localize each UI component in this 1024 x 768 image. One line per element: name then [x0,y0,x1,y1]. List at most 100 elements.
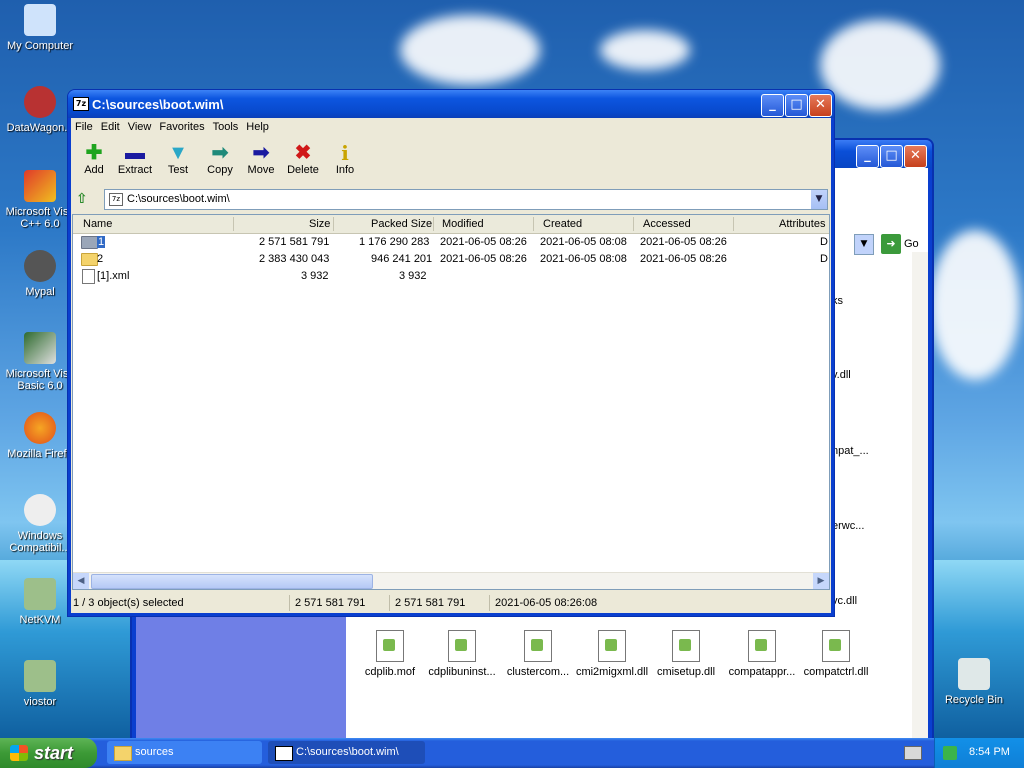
status-size: 2 571 581 791 [295,597,366,609]
row-created: 2021-06-05 08:08 [540,236,627,248]
horizontal-scrollbar[interactable]: ◀ ▶ [73,572,829,589]
folder-icon [24,660,56,692]
column-size[interactable]: Size [309,218,330,230]
clock[interactable]: 8:54 PM [969,746,1010,758]
folder-icon [81,236,98,249]
info-icon: i [341,141,349,165]
status-modified: 2021-06-05 08:26:08 [495,597,598,609]
maximize-button[interactable]: □ [880,145,903,168]
address-bar: ⇧ 7z C:\sources\boot.wim\ ▼ [71,188,831,212]
vertical-scrollbar[interactable] [912,252,928,742]
menu-favorites[interactable]: Favorites [155,118,208,136]
column-packed-size[interactable]: Packed Size [371,218,432,230]
close-button[interactable]: ✕ [809,94,832,117]
file-label[interactable]: npat_... [832,445,869,457]
desktop-icon-viostor[interactable]: viostor [0,660,80,708]
delete-button[interactable]: ✖ Delete [281,142,325,176]
table-row[interactable]: 2 2 383 430 043 946 241 201 2021-06-05 0… [73,251,829,268]
sevenzip-client: File Edit View Favorites Tools Help ✚ Add ▬ Ext… [71,118,831,613]
table-row[interactable]: [1].xml 3 932 3 932 [73,268,829,285]
file-icon [448,630,476,662]
file-label[interactable]: vc.dll [832,595,857,607]
info-button[interactable]: i Info [323,142,367,176]
firefox-icon [24,412,56,444]
file-label[interactable]: erwc... [832,520,864,532]
xml-file-icon [82,269,95,284]
row-modified: 2021-06-05 08:26 [440,253,527,265]
minimize-button[interactable]: _ [856,145,879,168]
row-attributes: D [820,253,828,265]
sevenzip-icon: 7z [73,97,89,111]
start-button[interactable]: start [0,738,97,768]
column-created[interactable]: Created [543,218,582,230]
windows-compat-icon [24,494,56,526]
close-button[interactable]: ✕ [904,145,927,168]
address-dropdown-icon[interactable]: ▼ [854,234,874,255]
mypal-icon [24,250,56,282]
maximize-button[interactable]: □ [785,94,808,117]
file-item[interactable]: cdplibuninst... [422,630,502,678]
test-button[interactable]: ▼ Test [156,142,200,176]
scroll-right-icon[interactable]: ▶ [813,573,829,589]
toolbar: ✚ Add ▬ Extract ▼ Test ➡ Copy ➡ Move ✖ Delete … [71,138,831,186]
test-icon: ▼ [168,142,188,164]
row-packed: 1 176 290 283 [359,236,430,248]
move-button[interactable]: ➡ Move [239,142,283,176]
copy-button[interactable]: ➡ Copy [198,142,242,176]
column-attributes[interactable]: Attributes [779,218,825,230]
menu-help[interactable]: Help [242,118,273,136]
row-packed: 946 241 201 [371,253,433,265]
file-list[interactable]: Name Size Packed Size Modified Created A… [72,214,830,590]
file-item[interactable]: cmi2migxml.dll [572,630,652,678]
add-button[interactable]: ✚ Add [72,142,116,176]
sevenzip-window[interactable]: 7z C:\sources\boot.wim\ _ □ ✕ File Edit Vi… [67,89,835,617]
go-button[interactable]: Go [904,238,919,250]
file-icon [376,630,404,662]
taskbar-item-sources[interactable]: sources [107,741,262,764]
file-item[interactable]: cdplib.mof [350,630,430,678]
menu-bar: File Edit View Favorites Tools Help [71,118,831,137]
dll-icon [672,630,700,662]
scroll-thumb[interactable] [91,574,373,589]
table-row[interactable]: 1 2 571 581 791 1 176 290 283 2021-06-05… [73,234,829,251]
visual-cpp-icon [24,170,56,202]
menu-view[interactable]: View [124,118,156,136]
menu-file[interactable]: File [71,118,97,136]
taskbar-item-sevenzip[interactable]: C:\sources\boot.wim\ [268,741,425,764]
file-item[interactable]: cmisetup.dll [646,630,726,678]
file-item[interactable]: clustercom... [498,630,578,678]
desktop-icon-recycle-bin[interactable]: Recycle Bin [934,658,1014,706]
cloud [600,30,690,70]
go-arrow-icon[interactable]: ➜ [881,234,901,254]
visual-basic-icon [24,332,56,364]
delete-icon: ✖ [294,142,312,164]
row-name: 2 [97,253,104,265]
path-value: C:\sources\boot.wim\ [127,193,230,205]
column-accessed[interactable]: Accessed [643,218,691,230]
file-item[interactable]: compatappr... [722,630,802,678]
menu-tools[interactable]: Tools [209,118,243,136]
row-created: 2021-06-05 08:08 [540,253,627,265]
menu-edit[interactable]: Edit [97,118,124,136]
row-name: 1 [97,236,106,248]
extract-button[interactable]: ▬ Extract [113,142,157,176]
column-modified[interactable]: Modified [442,218,484,230]
cloud [820,20,940,110]
column-name[interactable]: Name [83,218,112,230]
desktop: { "desktop": { "icons": [ {"label": "My … [0,0,1024,768]
folder-icon [81,253,98,266]
up-folder-icon[interactable]: ⇧ [76,191,92,207]
minimize-button[interactable]: _ [761,94,784,117]
desktop-icon-my-computer[interactable]: My Computer [0,4,80,52]
windows-logo-icon [10,745,28,761]
chevron-down-icon[interactable]: ▼ [811,190,827,209]
network-icon[interactable] [943,746,957,760]
scroll-left-icon[interactable]: ◀ [73,573,89,589]
sevenzip-titlebar[interactable]: 7z C:\sources\boot.wim\ _ □ ✕ [68,90,834,118]
extract-icon: ▬ [125,142,145,164]
path-combobox[interactable]: 7z C:\sources\boot.wim\ ▼ [104,189,828,210]
status-bar: 1 / 3 object(s) selected 2 571 581 791 2… [71,593,831,613]
file-item[interactable]: compatctrl.dll [796,630,876,678]
row-modified: 2021-06-05 08:26 [440,236,527,248]
keyboard-icon[interactable] [904,746,922,760]
